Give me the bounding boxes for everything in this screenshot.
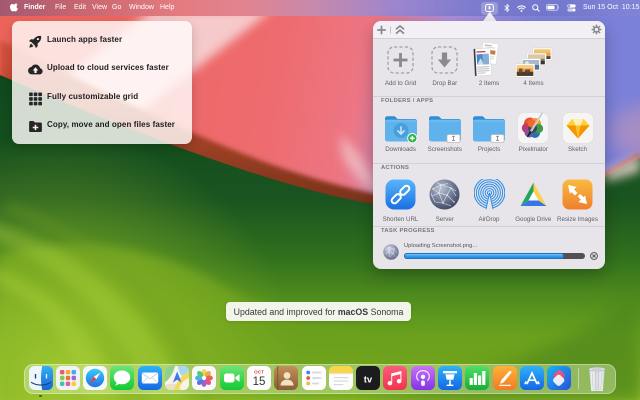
svg-text:OCT: OCT xyxy=(254,370,264,375)
svg-text:tv: tv xyxy=(364,375,373,386)
svg-text:15: 15 xyxy=(252,376,265,388)
